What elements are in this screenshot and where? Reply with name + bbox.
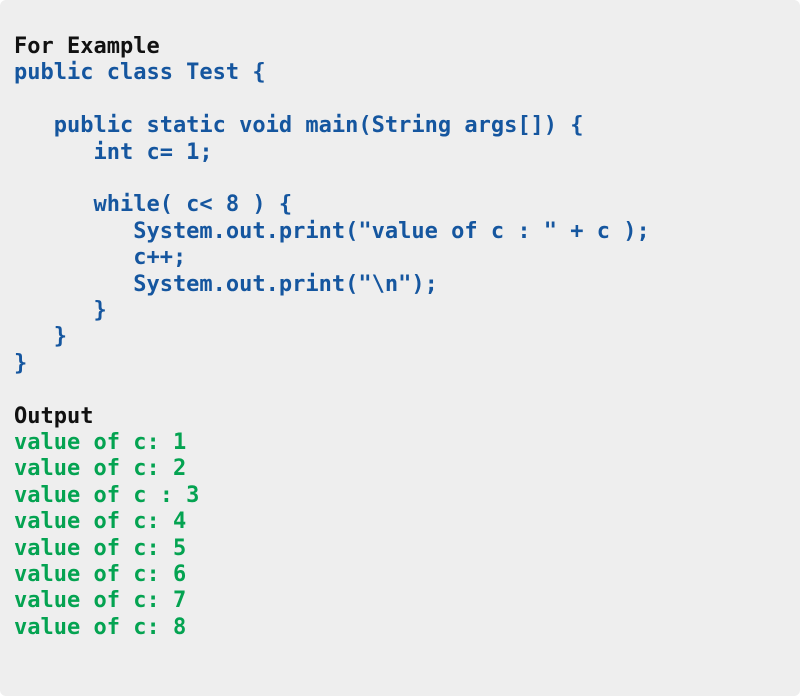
code-line: System.out.print("value of c : " + c );	[14, 218, 650, 244]
code-snippet-panel: For Example public class Test { public st…	[0, 0, 800, 696]
code-line: public class Test {	[14, 60, 266, 86]
output-line: value of c: 4	[14, 509, 187, 535]
example-section: For Example public class Test { public st…	[14, 34, 800, 377]
code-line: }	[14, 350, 28, 376]
code-line: while( c< 8 ) {	[14, 192, 293, 218]
output-heading: Output	[14, 403, 94, 429]
output-section: Output value of c: 1 value of c: 2 value of…	[14, 404, 800, 642]
code-line: }	[14, 298, 107, 324]
example-heading: For Example	[14, 34, 160, 59]
code-line: System.out.print("\n");	[14, 271, 438, 297]
output-line: value of c: 5	[14, 535, 187, 561]
output-line: value of c: 1	[14, 430, 187, 456]
output-line: value of c : 3	[14, 482, 200, 508]
output-line: value of c: 8	[14, 614, 187, 640]
output-line: value of c: 6	[14, 562, 187, 588]
code-line: public static void main(String args[]) {	[14, 113, 584, 139]
code-line: }	[14, 324, 67, 350]
code-line: c++;	[14, 245, 187, 271]
output-line: value of c: 2	[14, 456, 187, 482]
section-spacer	[14, 377, 800, 403]
output-line: value of c: 7	[14, 588, 187, 614]
code-line: int c= 1;	[14, 139, 213, 165]
